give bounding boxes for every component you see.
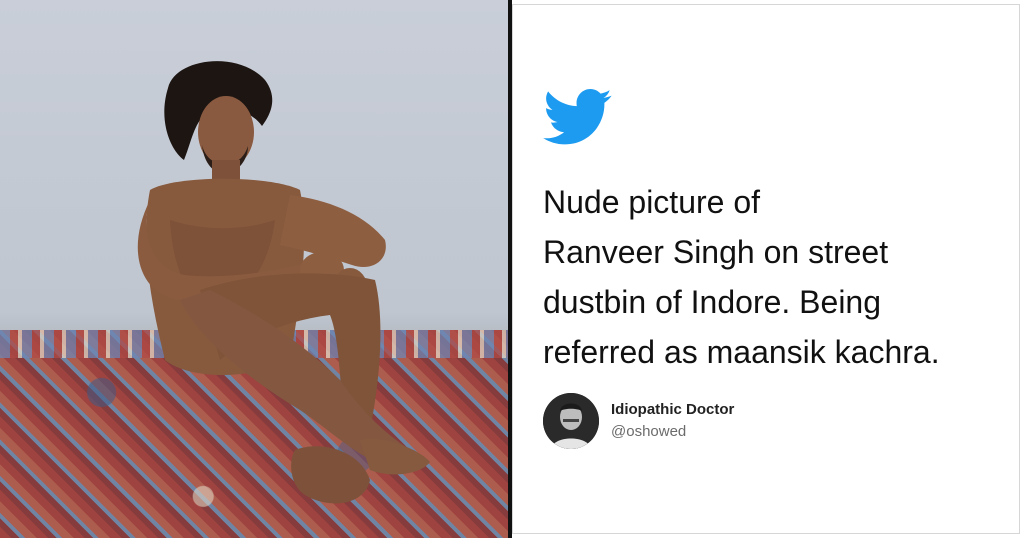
tweet-author[interactable]: Idiopathic Doctor @oshowed xyxy=(543,393,943,451)
tweet-card: Nude picture of Ranveer Singh on street … xyxy=(512,4,1020,534)
seated-man-figure xyxy=(137,61,430,504)
twitter-bird-icon xyxy=(543,89,612,145)
author-name[interactable]: Idiopathic Doctor xyxy=(611,401,734,418)
avatar[interactable] xyxy=(543,393,599,449)
author-handle[interactable]: @oshowed xyxy=(611,423,686,440)
tweet-text: Nude picture of Ranveer Singh on street … xyxy=(543,184,940,370)
photo-panel xyxy=(0,0,508,538)
avatar-portrait-icon xyxy=(543,393,599,449)
